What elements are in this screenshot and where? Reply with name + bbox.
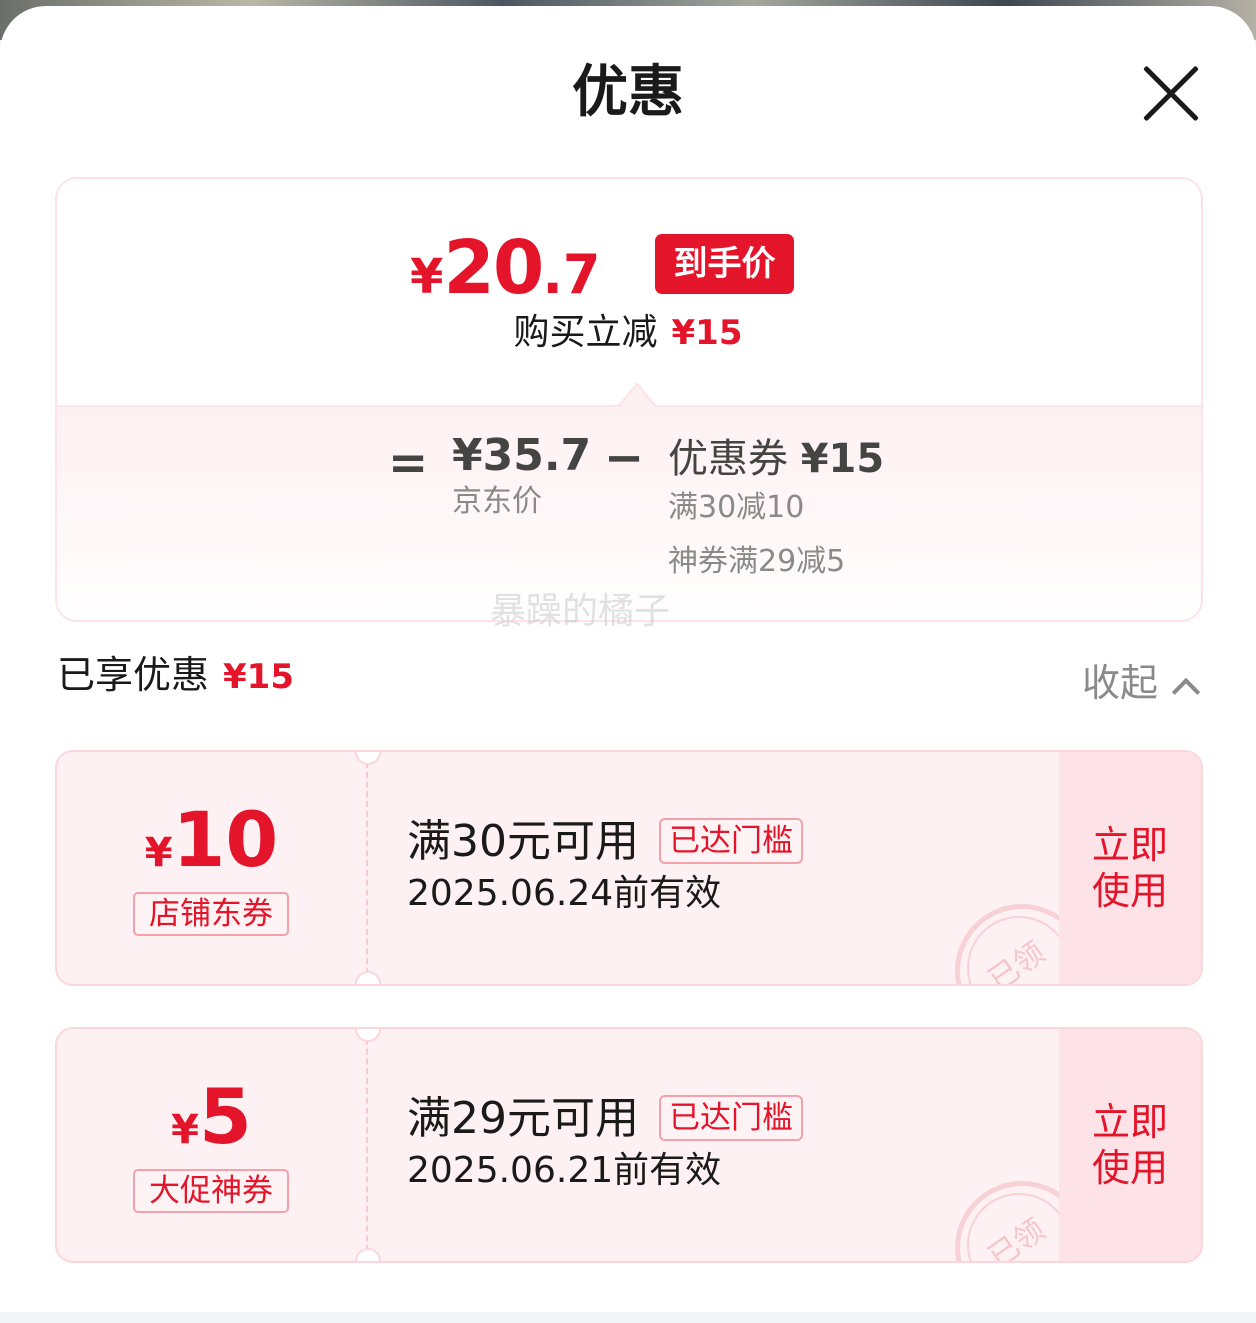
coupon-divider bbox=[366, 752, 368, 984]
instant-discount-label: 购买立减 bbox=[513, 312, 658, 353]
sheet-title: 优惠 bbox=[572, 60, 684, 125]
threshold-met-badge: 已达门槛 bbox=[659, 1095, 803, 1141]
equals-sign: = bbox=[388, 435, 429, 491]
coupon-amount: ¥5 bbox=[171, 1072, 252, 1161]
close-icon[interactable] bbox=[1140, 62, 1202, 124]
coupon-card: ¥5 大促神券 满29元可用 已达门槛 2025.06.21前有效 已领 立即使… bbox=[55, 1027, 1203, 1263]
minus-sign: − bbox=[604, 430, 645, 486]
coupon-condition: 满29元可用 bbox=[407, 1093, 639, 1144]
coupon-divider bbox=[366, 1029, 368, 1261]
coupon-amount-section: ¥10 店铺东券 bbox=[57, 752, 366, 984]
coupon-total: 优惠券 ¥15 bbox=[668, 436, 885, 482]
use-now-button[interactable]: 立即 使用 bbox=[1059, 822, 1201, 914]
bottom-edge bbox=[0, 1312, 1256, 1323]
coupon-card: ¥10 店铺东券 满30元可用 已达门槛 2025.06.24前有效 已领 立即… bbox=[55, 750, 1203, 986]
threshold-met-badge: 已达门槛 bbox=[659, 818, 803, 864]
jd-price-value: ¥35.7 bbox=[452, 430, 592, 481]
collapse-button[interactable]: 收起 bbox=[1082, 660, 1158, 706]
coupon-condition: 满30元可用 bbox=[407, 816, 639, 867]
coupon-type-tag: 店铺东券 bbox=[133, 892, 289, 936]
coupon-type-tag: 大促神券 bbox=[133, 1169, 289, 1213]
enjoyed-label: 已享优惠 bbox=[57, 653, 210, 697]
coupon-detail-item: 神券满29减5 bbox=[668, 544, 846, 579]
price-breakdown-card bbox=[55, 177, 1203, 622]
coupon-expiry: 2025.06.24前有效 bbox=[407, 873, 722, 914]
final-price-badge: 到手价 bbox=[655, 234, 794, 294]
watermark: 暴躁的橘子 bbox=[490, 591, 671, 632]
enjoyed-discount: 已享优惠 ¥15 bbox=[57, 652, 294, 700]
enjoyed-value: ¥15 bbox=[223, 657, 294, 697]
coupon-amount: ¥10 bbox=[144, 795, 279, 884]
instant-discount-line: 购买立减 ¥15 bbox=[0, 310, 1256, 356]
coupon-expiry: 2025.06.21前有效 bbox=[407, 1150, 722, 1191]
use-now-button[interactable]: 立即 使用 bbox=[1059, 1099, 1201, 1191]
jd-price-label: 京东价 bbox=[452, 484, 542, 519]
coupon-amount-section: ¥5 大促神券 bbox=[57, 1029, 366, 1261]
coupon-detail-item: 满30减10 bbox=[668, 490, 805, 525]
instant-discount-value: ¥15 bbox=[671, 313, 743, 353]
final-price: ¥20.7 bbox=[410, 225, 601, 311]
